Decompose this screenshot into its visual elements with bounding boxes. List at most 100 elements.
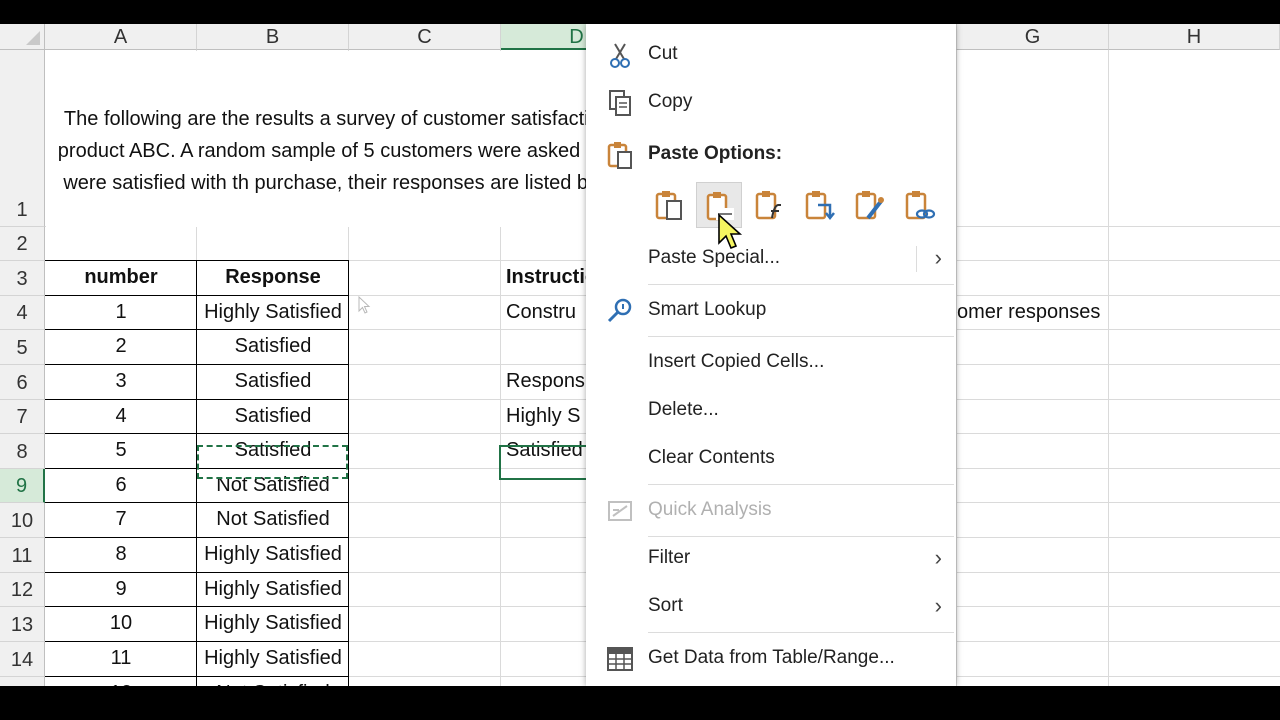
table-cell-number[interactable]: 5 (45, 434, 197, 467)
menu-item-label: Filter (648, 547, 691, 568)
gridline (1108, 50, 1109, 686)
menu-item-smart-lookup[interactable]: Smart Lookup (586, 286, 956, 334)
menu-separator (648, 632, 954, 633)
table-cell-number[interactable]: 1 (45, 296, 197, 329)
paste-formatting-icon (855, 191, 884, 220)
table-border (45, 433, 349, 434)
column-header-h[interactable]: H (1109, 24, 1280, 50)
menu-item-sort[interactable]: Sort › (586, 582, 956, 630)
table-cell-number[interactable]: 6 (45, 469, 197, 502)
table-cell-number[interactable]: 3 (45, 365, 197, 398)
menu-item-clear-contents[interactable]: Clear Contents (586, 434, 956, 482)
table-cell-response[interactable]: Highly Satisfied (197, 573, 349, 606)
row-header-2[interactable]: 2 (0, 227, 45, 261)
table-border (45, 399, 349, 400)
column-header-b[interactable]: B (197, 24, 349, 50)
paste-transpose-icon (805, 191, 835, 221)
table-cell-number[interactable]: 4 (45, 400, 197, 433)
table-cell-number[interactable]: 12 (45, 677, 197, 686)
construct-text[interactable]: Constru (506, 296, 576, 329)
row-header-3[interactable]: 3 (0, 261, 45, 296)
menu-item-cut[interactable]: Cut (586, 30, 956, 78)
menu-item-paste-special[interactable]: Paste Special... › (586, 234, 956, 282)
row-header-14[interactable]: 14 (0, 642, 45, 677)
column-header-g[interactable]: G (957, 24, 1109, 50)
row-header-5[interactable]: 5 (0, 330, 45, 365)
column-header-c[interactable]: C (349, 24, 501, 50)
row-header-9[interactable]: 9 (0, 469, 45, 503)
paste-link-button[interactable] (896, 182, 942, 228)
menu-item-get-data[interactable]: Get Data from Table/Range... (586, 634, 956, 682)
table-cell-response[interactable]: Satisfied (197, 365, 349, 398)
table-border (45, 260, 349, 261)
table-header-response[interactable]: Response (197, 261, 349, 294)
submenu-arrow-icon: › (934, 593, 942, 618)
mouse-cursor-icon (718, 213, 743, 250)
paste-icon (655, 191, 682, 220)
row-header-13[interactable]: 13 (0, 607, 45, 642)
table-header-number[interactable]: number (45, 261, 197, 294)
select-all-corner[interactable] (0, 24, 45, 50)
table-border (45, 641, 349, 642)
row-header-15[interactable]: 15 (0, 677, 45, 686)
highly-satisfied-cell[interactable]: Highly S (506, 400, 580, 433)
menu-item-label: Paste Special... (648, 247, 781, 268)
menu-item-label: Quick Analysis (648, 499, 772, 520)
table-cell-response[interactable]: Highly Satisfied (197, 538, 349, 571)
table-cell-number[interactable]: 10 (45, 607, 197, 640)
menu-item-label: Copy (648, 91, 693, 112)
description-text: The following are the results a survey o… (57, 108, 640, 194)
response-header-cell[interactable]: Respons (506, 365, 585, 398)
menu-item-label: Cut (648, 43, 678, 64)
menu-item-quick-analysis[interactable]: Quick Analysis (586, 486, 956, 534)
table-cell-number[interactable]: 11 (45, 642, 197, 675)
menu-item-copy[interactable]: Copy (586, 78, 956, 126)
paste-transpose-button[interactable] (796, 182, 842, 228)
paste-link-icon (905, 191, 936, 220)
row-header-8[interactable]: 8 (0, 434, 45, 469)
table-cell-response[interactable]: Highly Satisfied (197, 296, 349, 329)
table-cell-number[interactable]: 8 (45, 538, 197, 571)
table-cell-number[interactable]: 7 (45, 503, 197, 536)
row-header-7[interactable]: 7 (0, 400, 45, 434)
table-border (45, 606, 349, 607)
table-cell-response[interactable]: Not Satisfied (197, 503, 349, 536)
table-cell-response[interactable]: Satisfied (197, 400, 349, 433)
table-cell-response[interactable]: Highly Satisfied (197, 642, 349, 675)
paste-options-row (646, 178, 946, 228)
menu-item-label: Clear Contents (648, 447, 775, 468)
instructions-label[interactable]: Instructio (506, 261, 597, 294)
context-menu[interactable]: Cut Copy Paste Options: Paste Special...… (586, 24, 956, 686)
customer-responses-text[interactable]: omer responses (957, 296, 1100, 329)
quick-analysis-icon (608, 501, 632, 521)
row-header-6[interactable]: 6 (0, 365, 45, 400)
table-cell-number[interactable]: 2 (45, 330, 197, 363)
menu-item-insert-copied-cells[interactable]: Insert Copied Cells... (586, 338, 956, 386)
description-cell[interactable]: The following are the results a survey o… (46, 51, 651, 227)
menu-item-delete[interactable]: Delete... (586, 386, 956, 434)
table-cell-response[interactable]: Satisfied (197, 330, 349, 363)
column-header-a[interactable]: A (45, 24, 197, 50)
table-cell-response[interactable]: Highly Satisfied (197, 607, 349, 640)
menu-item-filter[interactable]: Filter › (586, 534, 956, 582)
paste-formulas-button[interactable] (746, 182, 792, 228)
menu-separator (648, 284, 954, 285)
magnifier-icon (607, 298, 632, 323)
submenu-divider (916, 246, 917, 272)
table-border (45, 329, 349, 330)
paste-button[interactable] (646, 182, 692, 228)
table-border (45, 295, 349, 296)
cursor-ghost-icon (358, 296, 371, 314)
row-header-10[interactable]: 10 (0, 503, 45, 538)
row-header-12[interactable]: 12 (0, 573, 45, 607)
row-header-11[interactable]: 11 (0, 538, 45, 573)
table-cell-number[interactable]: 9 (45, 573, 197, 606)
table-cell-response[interactable]: Not Satisfied (197, 677, 349, 686)
paste-formatting-button[interactable] (846, 182, 892, 228)
row-header-1[interactable]: 1 (0, 50, 45, 227)
row-header-4[interactable]: 4 (0, 296, 45, 330)
table-border (45, 676, 349, 677)
menu-separator (648, 484, 954, 485)
menu-item-label: Get Data from Table/Range... (648, 647, 895, 668)
submenu-arrow-icon: › (934, 245, 942, 270)
